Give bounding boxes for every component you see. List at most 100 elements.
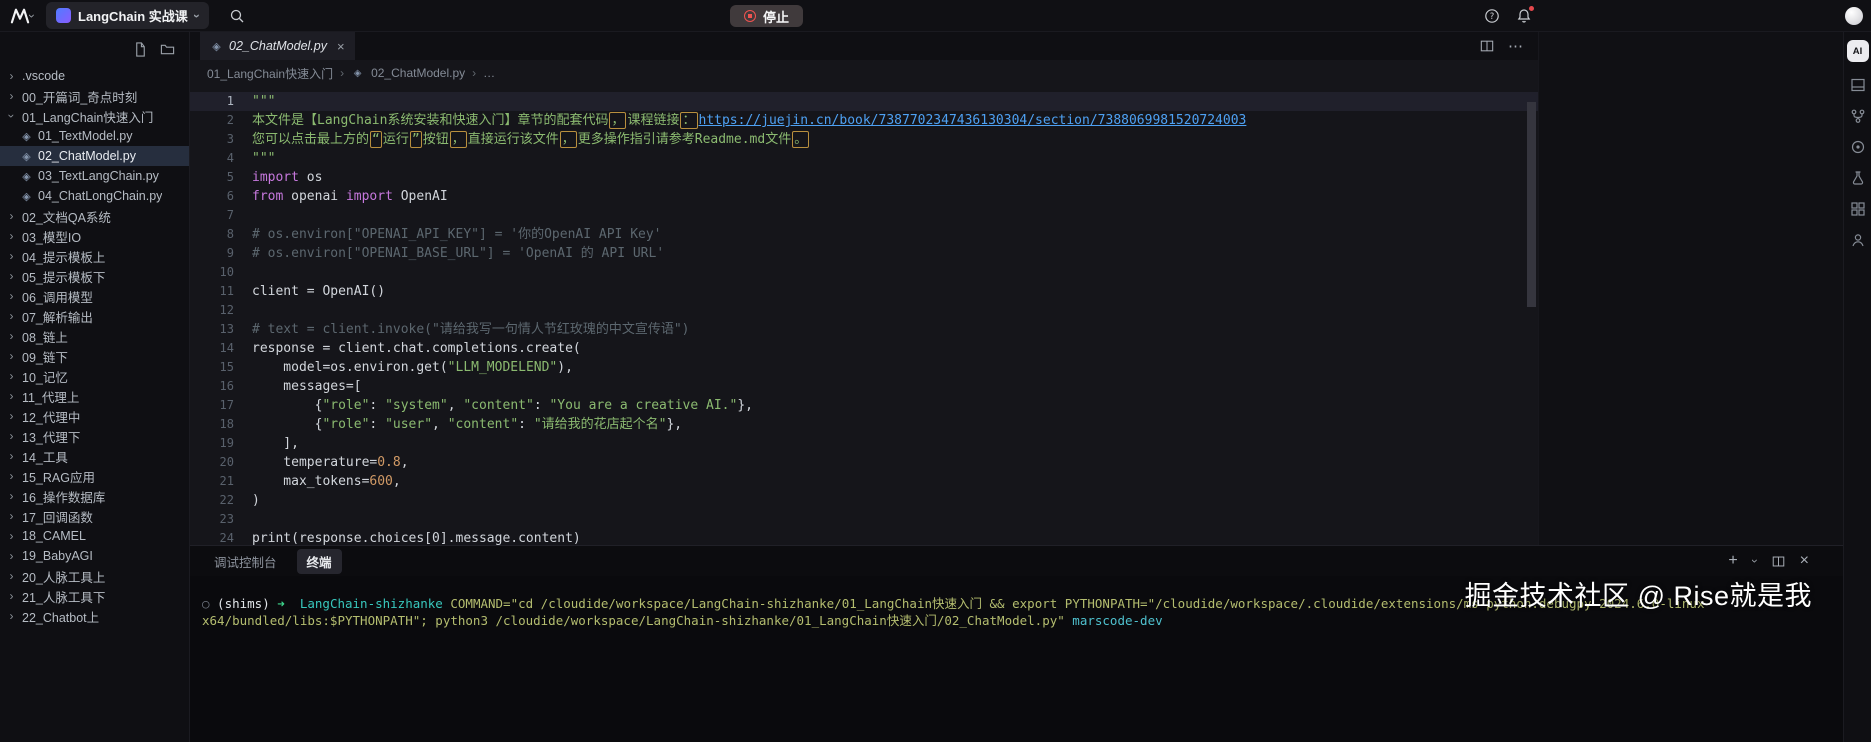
line-number[interactable]: 18 xyxy=(190,415,234,434)
code-line[interactable]: 16 messages=[ xyxy=(190,377,1538,396)
stop-button[interactable]: 停止 xyxy=(730,5,803,27)
code-line[interactable]: 3您可以点击最上方的“运行”按钮，直接运行该文件，更多操作指引请参考Readme… xyxy=(190,130,1538,149)
editor-scrollbar[interactable] xyxy=(1527,102,1536,307)
notifications-bell-icon[interactable] xyxy=(1516,8,1532,24)
tree-item-folder[interactable]: ›13_代理下 xyxy=(0,426,189,446)
code-line[interactable]: 14response = client.chat.completions.cre… xyxy=(190,339,1538,358)
line-number[interactable]: 7 xyxy=(190,206,234,225)
code-line[interactable]: 23 xyxy=(190,510,1538,529)
tree-item-folder[interactable]: ›.vscode xyxy=(0,66,189,86)
breadcrumb-folder[interactable]: 01_LangChain快速入门 xyxy=(207,65,333,82)
tree-item-folder[interactable]: ›08_链上 xyxy=(0,326,189,346)
code-line[interactable]: 22) xyxy=(190,491,1538,510)
line-number[interactable]: 24 xyxy=(190,529,234,545)
code-line[interactable]: 1""" xyxy=(190,92,1538,111)
git-fork-icon[interactable] xyxy=(1850,108,1866,124)
tree-item-file[interactable]: ◈03_TextLangChain.py xyxy=(0,166,189,186)
panel-layout-icon[interactable] xyxy=(1850,77,1866,93)
code-line[interactable]: 19 ], xyxy=(190,434,1538,453)
apps-grid-icon[interactable] xyxy=(1850,201,1866,217)
code-line[interactable]: 12 xyxy=(190,301,1538,320)
tree-item-folder[interactable]: ›12_代理中 xyxy=(0,406,189,426)
tree-item-folder[interactable]: ›04_提示模板上 xyxy=(0,246,189,266)
tree-item-folder[interactable]: ›21_人脉工具下 xyxy=(0,586,189,606)
breadcrumb-file[interactable]: 02_ChatModel.py xyxy=(371,66,465,80)
code-line[interactable]: 18 {"role": "user", "content": "请给我的花店起个… xyxy=(190,415,1538,434)
target-icon[interactable] xyxy=(1850,139,1866,155)
tree-item-folder[interactable]: ›00_开篇词_奇点时刻 xyxy=(0,86,189,106)
code-line[interactable]: 2本文件是【LangChain系统安装和快速入门】章节的配套代码，课程链接：ht… xyxy=(190,111,1538,130)
tab-close-icon[interactable]: × xyxy=(337,39,345,54)
code-line[interactable]: 5import os xyxy=(190,168,1538,187)
flask-icon[interactable] xyxy=(1850,170,1866,186)
line-number[interactable]: 4 xyxy=(190,149,234,168)
line-number[interactable]: 13 xyxy=(190,320,234,339)
code-line[interactable]: 20 temperature=0.8, xyxy=(190,453,1538,472)
line-number[interactable]: 9 xyxy=(190,244,234,263)
tree-item-folder[interactable]: ›02_文档QA系统 xyxy=(0,206,189,226)
line-number[interactable]: 14 xyxy=(190,339,234,358)
tree-item-folder[interactable]: ›11_代理上 xyxy=(0,386,189,406)
code-line[interactable]: 7 xyxy=(190,206,1538,225)
line-number[interactable]: 21 xyxy=(190,472,234,491)
tab-terminal[interactable]: 终端 xyxy=(297,549,342,574)
tree-item-folder[interactable]: ›20_人脉工具上 xyxy=(0,566,189,586)
help-icon[interactable]: ? xyxy=(1484,8,1500,24)
tree-item-folder[interactable]: ›15_RAG应用 xyxy=(0,466,189,486)
line-number[interactable]: 3 xyxy=(190,130,234,149)
tree-item-folder[interactable]: ›16_操作数据库 xyxy=(0,486,189,506)
code-line[interactable]: 17 {"role": "system", "content": "You ar… xyxy=(190,396,1538,415)
terminal-dropdown-icon[interactable]: › xyxy=(1748,559,1762,563)
code-line[interactable]: 21 max_tokens=600, xyxy=(190,472,1538,491)
ai-assistant-icon[interactable]: AI xyxy=(1847,40,1869,62)
line-number[interactable]: 6 xyxy=(190,187,234,206)
logo-chevron-icon[interactable]: › xyxy=(25,14,39,18)
line-number[interactable]: 20 xyxy=(190,453,234,472)
account-icon[interactable] xyxy=(1850,232,1866,248)
tree-item-folder[interactable]: ›17_回调函数 xyxy=(0,506,189,526)
line-number[interactable]: 15 xyxy=(190,358,234,377)
code-line[interactable]: 11client = OpenAI() xyxy=(190,282,1538,301)
line-number[interactable]: 19 xyxy=(190,434,234,453)
code-line[interactable]: 15 model=os.environ.get("LLM_MODELEND"), xyxy=(190,358,1538,377)
line-number[interactable]: 8 xyxy=(190,225,234,244)
line-number[interactable]: 23 xyxy=(190,510,234,529)
code-line[interactable]: 13# text = client.invoke("请给我写一句情人节红玫瑰的中… xyxy=(190,320,1538,339)
line-number[interactable]: 5 xyxy=(190,168,234,187)
tree-item-folder[interactable]: ›06_调用模型 xyxy=(0,286,189,306)
tree-item-folder[interactable]: ›07_解析输出 xyxy=(0,306,189,326)
line-number[interactable]: 2 xyxy=(190,111,234,130)
new-file-icon[interactable] xyxy=(133,42,148,57)
tree-item-folder[interactable]: ›10_记忆 xyxy=(0,366,189,386)
tree-item-folder[interactable]: ›22_Chatbot上 xyxy=(0,606,189,626)
search-icon[interactable] xyxy=(229,8,245,24)
tab-debug-console[interactable]: 调试控制台 xyxy=(204,549,287,574)
new-terminal-icon[interactable]: + xyxy=(1728,553,1737,569)
breadcrumb-symbol[interactable]: … xyxy=(483,66,495,80)
tree-item-file[interactable]: ◈04_ChatLongChain.py xyxy=(0,186,189,206)
line-number[interactable]: 12 xyxy=(190,301,234,320)
tree-item-folder[interactable]: ›18_CAMEL xyxy=(0,526,189,546)
code-lines[interactable]: 1"""2本文件是【LangChain系统安装和快速入门】章节的配套代码，课程链… xyxy=(190,86,1538,545)
tree-item-folder[interactable]: ›19_BabyAGI xyxy=(0,546,189,566)
tree-item-folder[interactable]: ›09_链下 xyxy=(0,346,189,366)
code-line[interactable]: 9# os.environ["OPENAI_BASE_URL"] = 'Open… xyxy=(190,244,1538,263)
more-actions-icon[interactable]: ⋯ xyxy=(1508,37,1524,55)
line-number[interactable]: 22 xyxy=(190,491,234,510)
terminal-output[interactable]: ○ (shims) ➜ LangChain-shizhanke COMMAND=… xyxy=(190,576,1843,742)
code-line[interactable]: 4""" xyxy=(190,149,1538,168)
line-number[interactable]: 11 xyxy=(190,282,234,301)
line-number[interactable]: 17 xyxy=(190,396,234,415)
tab-02-chatmodel[interactable]: ◈ 02_ChatModel.py × xyxy=(200,32,355,60)
tree-item-folder[interactable]: ›05_提示模板下 xyxy=(0,266,189,286)
line-number[interactable]: 10 xyxy=(190,263,234,282)
line-number[interactable]: 1 xyxy=(190,92,234,111)
code-line[interactable]: 6from openai import OpenAI xyxy=(190,187,1538,206)
split-terminal-icon[interactable] xyxy=(1772,555,1785,568)
code-line[interactable]: 8# os.environ["OPENAI_API_KEY"] = '你的Ope… xyxy=(190,225,1538,244)
close-panel-icon[interactable]: × xyxy=(1800,553,1809,569)
tree-item-folder[interactable]: ›14_工具 xyxy=(0,446,189,466)
code-line[interactable]: 10 xyxy=(190,263,1538,282)
avatar[interactable] xyxy=(1845,7,1863,25)
line-number[interactable]: 16 xyxy=(190,377,234,396)
